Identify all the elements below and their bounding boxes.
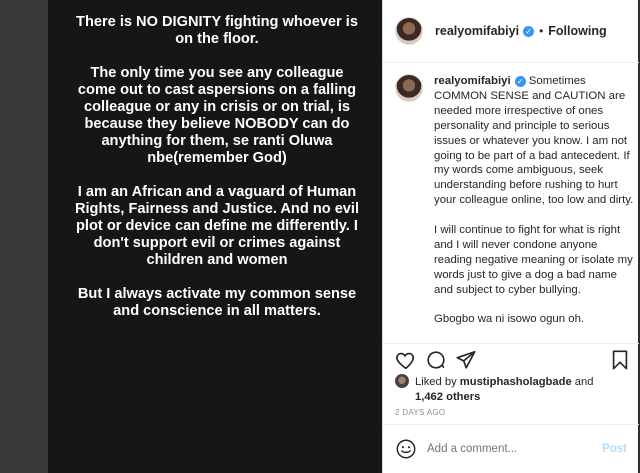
- caption-paragraph: I will continue to fight for what is rig…: [434, 224, 633, 296]
- post-caption: realyomifabiyi ✓ Sometimes COMMON SENSE a…: [395, 74, 635, 327]
- caption-text: Sometimes COMMON SENSE and CAUTION are n…: [434, 75, 634, 207]
- image-text-paragraph: But I always activate my common sense an…: [77, 286, 357, 319]
- likes-and: and: [571, 376, 594, 388]
- likes-prefix: Liked by: [415, 376, 460, 388]
- caption-paragraph: Gbogbo wa ni isowo ogun oh.: [434, 313, 585, 326]
- caption-body: realyomifabiyi ✓ Sometimes COMMON SENSE a…: [434, 74, 635, 327]
- post-timestamp[interactable]: 2 DAYS AGO: [395, 408, 445, 417]
- image-text-paragraph: I am an African and a vaguard of Human R…: [74, 184, 360, 268]
- likes-summary: Liked by mustiphasholagbade and 1,462 ot…: [395, 374, 635, 404]
- verified-badge-icon: ✓: [514, 76, 526, 87]
- caption-paragraph: realyomifabiyi ✓ Sometimes COMMON SENSE a…: [434, 74, 635, 208]
- comment-bar: Post: [383, 424, 639, 473]
- post-image: There is NO DIGNITY fighting whoever is …: [0, 0, 382, 473]
- heart-icon[interactable]: [395, 349, 417, 371]
- paper-plane-icon[interactable]: [455, 349, 477, 371]
- header-username[interactable]: realyomifabiyi: [435, 24, 519, 38]
- post-sidebar: realyomifabiyi ✓ • Following realyomifab…: [382, 0, 640, 473]
- following-button[interactable]: Following: [548, 24, 606, 38]
- sidebar-inner: realyomifabiyi ✓ • Following realyomifab…: [383, 0, 640, 473]
- image-left-strip: [0, 0, 48, 473]
- comment-icon[interactable]: [425, 349, 447, 371]
- post-comment-button[interactable]: Post: [602, 443, 627, 455]
- caption-avatar[interactable]: [395, 74, 423, 102]
- verified-badge-icon: ✓: [523, 25, 535, 37]
- liker-username[interactable]: mustiphasholagbade: [460, 376, 572, 388]
- likes-others[interactable]: 1,462 others: [415, 390, 635, 405]
- avatar[interactable]: [395, 17, 423, 45]
- header-separator: •: [539, 24, 544, 38]
- action-bar: [383, 343, 639, 373]
- image-text-paragraph: The only time you see any colleague come…: [77, 65, 357, 166]
- smiley-icon[interactable]: [395, 438, 417, 460]
- image-text-paragraph: There is NO DIGNITY fighting whoever is …: [76, 14, 358, 47]
- image-text: There is NO DIGNITY fighting whoever is …: [74, 14, 360, 337]
- post-header: realyomifabiyi ✓ • Following: [383, 0, 639, 63]
- bookmark-icon[interactable]: [609, 349, 631, 371]
- comment-input[interactable]: [427, 443, 603, 455]
- liker-avatar[interactable]: [395, 374, 409, 388]
- instagram-post-modal: There is NO DIGNITY fighting whoever is …: [0, 0, 640, 473]
- caption-username[interactable]: realyomifabiyi: [434, 75, 511, 87]
